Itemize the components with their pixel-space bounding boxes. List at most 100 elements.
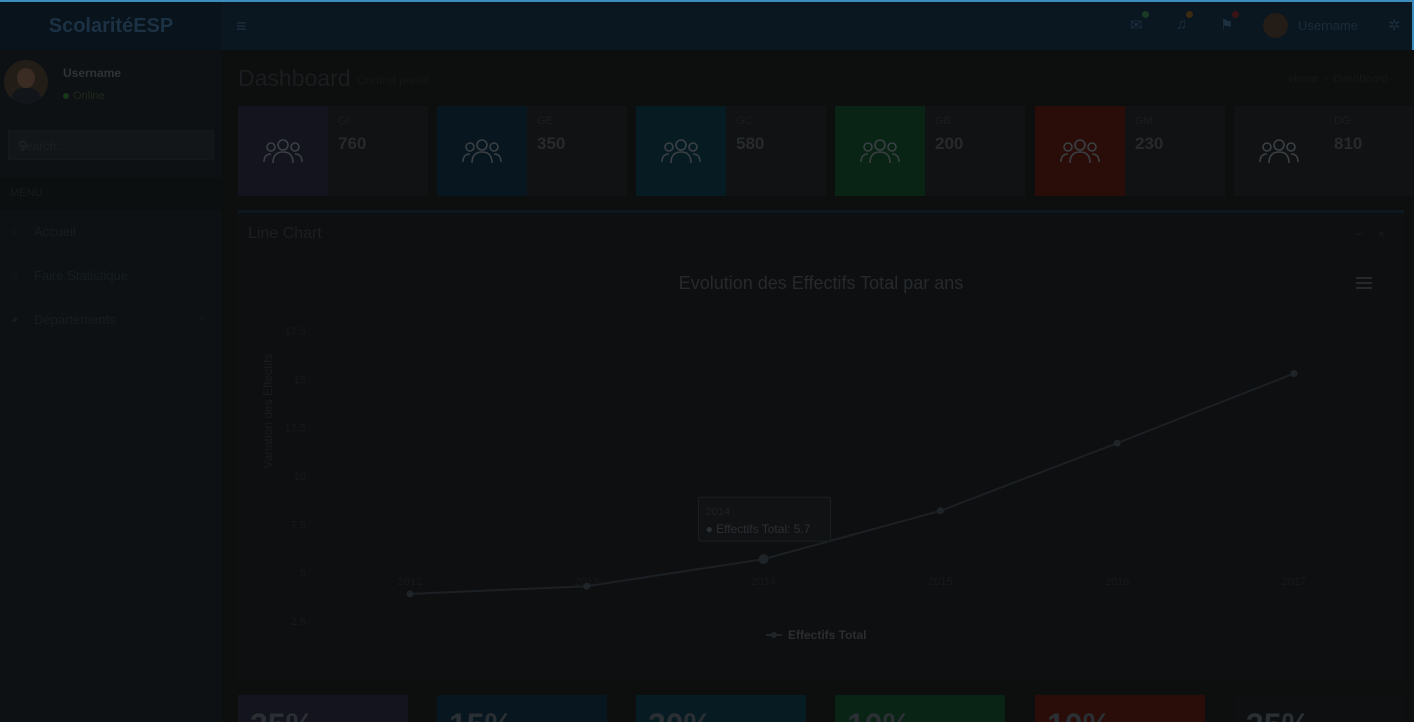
- app-brand[interactable]: ScolaritéESP: [0, 2, 222, 50]
- online-status: Online: [63, 90, 105, 102]
- x-tick-label: 2017: [1282, 576, 1306, 588]
- flag-icon[interactable]: ⚑: [1220, 11, 1240, 34]
- users-icon: [238, 106, 328, 196]
- y-tick-label: 12.5: [285, 423, 306, 435]
- sidebar: Username Online Search... ⚲ MENU ○ Accue…: [0, 50, 222, 722]
- stat-value: 350: [537, 134, 566, 153]
- x-tick-label: 2014: [751, 576, 775, 588]
- sidebar-item-departements[interactable]: ◕ Départements ‹: [0, 300, 222, 340]
- chevron-left-icon: ‹: [200, 312, 204, 324]
- data-point[interactable]: [1290, 370, 1298, 378]
- x-axis: 2012 2013 2014 2015 2016 2017: [398, 576, 1306, 588]
- tasks-badge: [1232, 11, 1240, 18]
- progress-value: 10%: [847, 707, 911, 722]
- breadcrumb-separator: ›: [1324, 73, 1328, 85]
- sidebar-section-header: MENU: [0, 178, 222, 210]
- series-line: [409, 372, 1295, 595]
- breadcrumb-home[interactable]: Home: [1289, 73, 1318, 85]
- data-point[interactable]: [936, 507, 944, 515]
- collapse-button[interactable]: −: [1356, 227, 1363, 241]
- tooltip-value: ● Effectifs Total: 5.7: [706, 522, 811, 536]
- progress-value: 30%: [648, 707, 712, 722]
- sidebar-item-label: Faire Statistique: [34, 268, 128, 283]
- chart-tooltip: 2014 ● Effectifs Total: 5.7: [698, 496, 832, 542]
- line-chart: Evolution des Effectifs Total par ans Va…: [261, 273, 1306, 642]
- gear-icon[interactable]: ✲: [1388, 16, 1401, 34]
- header-username[interactable]: Username: [1298, 18, 1358, 33]
- line-chart-card: Line Chart − × Evolution des Effectifs T…: [238, 210, 1404, 680]
- close-button[interactable]: ×: [1378, 227, 1385, 241]
- stat-label: GE: [537, 115, 553, 127]
- chart-title: Evolution des Effectifs Total par ans: [679, 273, 964, 293]
- notifications-badge: [1186, 11, 1194, 18]
- chart-y-axis-label: Variation des Effectifs: [261, 354, 275, 469]
- progress-value: 15%: [449, 707, 513, 722]
- sidebar-username: Username: [63, 66, 122, 80]
- data-point[interactable]: [1113, 439, 1121, 447]
- y-tick-label: 15: [294, 374, 306, 386]
- stat-value: 580: [736, 134, 765, 153]
- app-window: ScolaritéESP ≡ ✉ ♫ ⚑ Username ✲ Username…: [0, 0, 1414, 722]
- x-tick-label: 2016: [1105, 576, 1129, 588]
- main-content: Dashboard Control panel ⌂ Home › Dashboard …: [222, 50, 1414, 722]
- progress-box: 35%: [1234, 695, 1404, 722]
- top-header: ScolaritéESP ≡ ✉ ♫ ⚑ Username ✲: [0, 2, 1412, 50]
- users-icon: [1234, 106, 1324, 196]
- stat-label: GM: [1135, 115, 1153, 127]
- stat-box-dg: DG 810: [1234, 106, 1414, 196]
- chart-legend[interactable]: Effectifs Total: [766, 628, 866, 642]
- progress-value: 35%: [1246, 707, 1310, 722]
- user-avatar[interactable]: [1263, 13, 1288, 38]
- y-axis: 17.5 15 12.5 10 7.5 5 2.5: [285, 326, 306, 628]
- breadcrumb: ⌂ Home › Dashboard: [1278, 73, 1388, 85]
- y-tick-label: 2.5: [291, 616, 306, 628]
- stat-value: 810: [1334, 134, 1363, 153]
- progress-box: 35%: [238, 695, 408, 722]
- status-label: Online: [73, 90, 105, 102]
- sidebar-item-label: Accueil: [34, 224, 76, 239]
- messages-badge: [1141, 11, 1149, 18]
- accent-line: [0, 0, 1414, 2]
- breadcrumb-current: Dashboard: [1333, 73, 1388, 85]
- stat-box-gb: GB 200: [835, 106, 1025, 196]
- data-point[interactable]: [406, 590, 414, 598]
- data-point[interactable]: [583, 582, 591, 590]
- circle-icon: ○: [11, 268, 19, 282]
- sidebar-item-statistique[interactable]: ○ Faire Statistique: [0, 256, 222, 296]
- y-tick-label: 10: [294, 471, 306, 483]
- pie-icon: ◕: [11, 312, 19, 326]
- envelope-icon[interactable]: ✉: [1130, 11, 1149, 34]
- search-icon[interactable]: ⚲: [18, 138, 199, 154]
- users-icon: [835, 106, 925, 196]
- users-icon: [636, 106, 726, 196]
- users-icon: [437, 106, 527, 196]
- status-dot-icon: [63, 93, 69, 99]
- card-title: Line Chart: [248, 225, 322, 242]
- circle-icon: ○: [11, 224, 19, 238]
- progress-box: 10%: [835, 695, 1005, 722]
- sidebar-search-input[interactable]: Search... ⚲: [8, 130, 214, 160]
- data-point[interactable]: [758, 554, 769, 565]
- tooltip-title: 2014: [706, 506, 730, 518]
- home-icon: ⌂: [1278, 73, 1285, 85]
- progress-box: 10%: [1035, 695, 1205, 722]
- stat-box-gc: GC 580: [636, 106, 826, 196]
- progress-value: 10%: [1047, 707, 1111, 722]
- chart-series: [406, 370, 1298, 598]
- x-tick-label: 2012: [398, 576, 422, 588]
- stat-value: 200: [935, 134, 964, 153]
- sidebar-item-accueil[interactable]: ○ Accueil: [0, 212, 222, 252]
- legend-marker: [771, 632, 777, 638]
- stat-label: DG: [1334, 115, 1351, 127]
- sidebar-avatar: [4, 60, 48, 104]
- y-tick-label: 17.5: [285, 326, 306, 338]
- bell-icon[interactable]: ♫: [1176, 11, 1194, 33]
- stat-label: GI: [338, 115, 350, 127]
- stat-label: GC: [736, 115, 753, 127]
- progress-value: 35%: [250, 707, 314, 722]
- stat-value: 760: [338, 134, 367, 153]
- menu-toggle-icon[interactable]: ≡: [236, 16, 247, 37]
- sidebar-item-label: Départements: [34, 312, 116, 327]
- x-tick-label: 2015: [928, 576, 952, 588]
- legend-label[interactable]: Effectifs Total: [788, 628, 866, 642]
